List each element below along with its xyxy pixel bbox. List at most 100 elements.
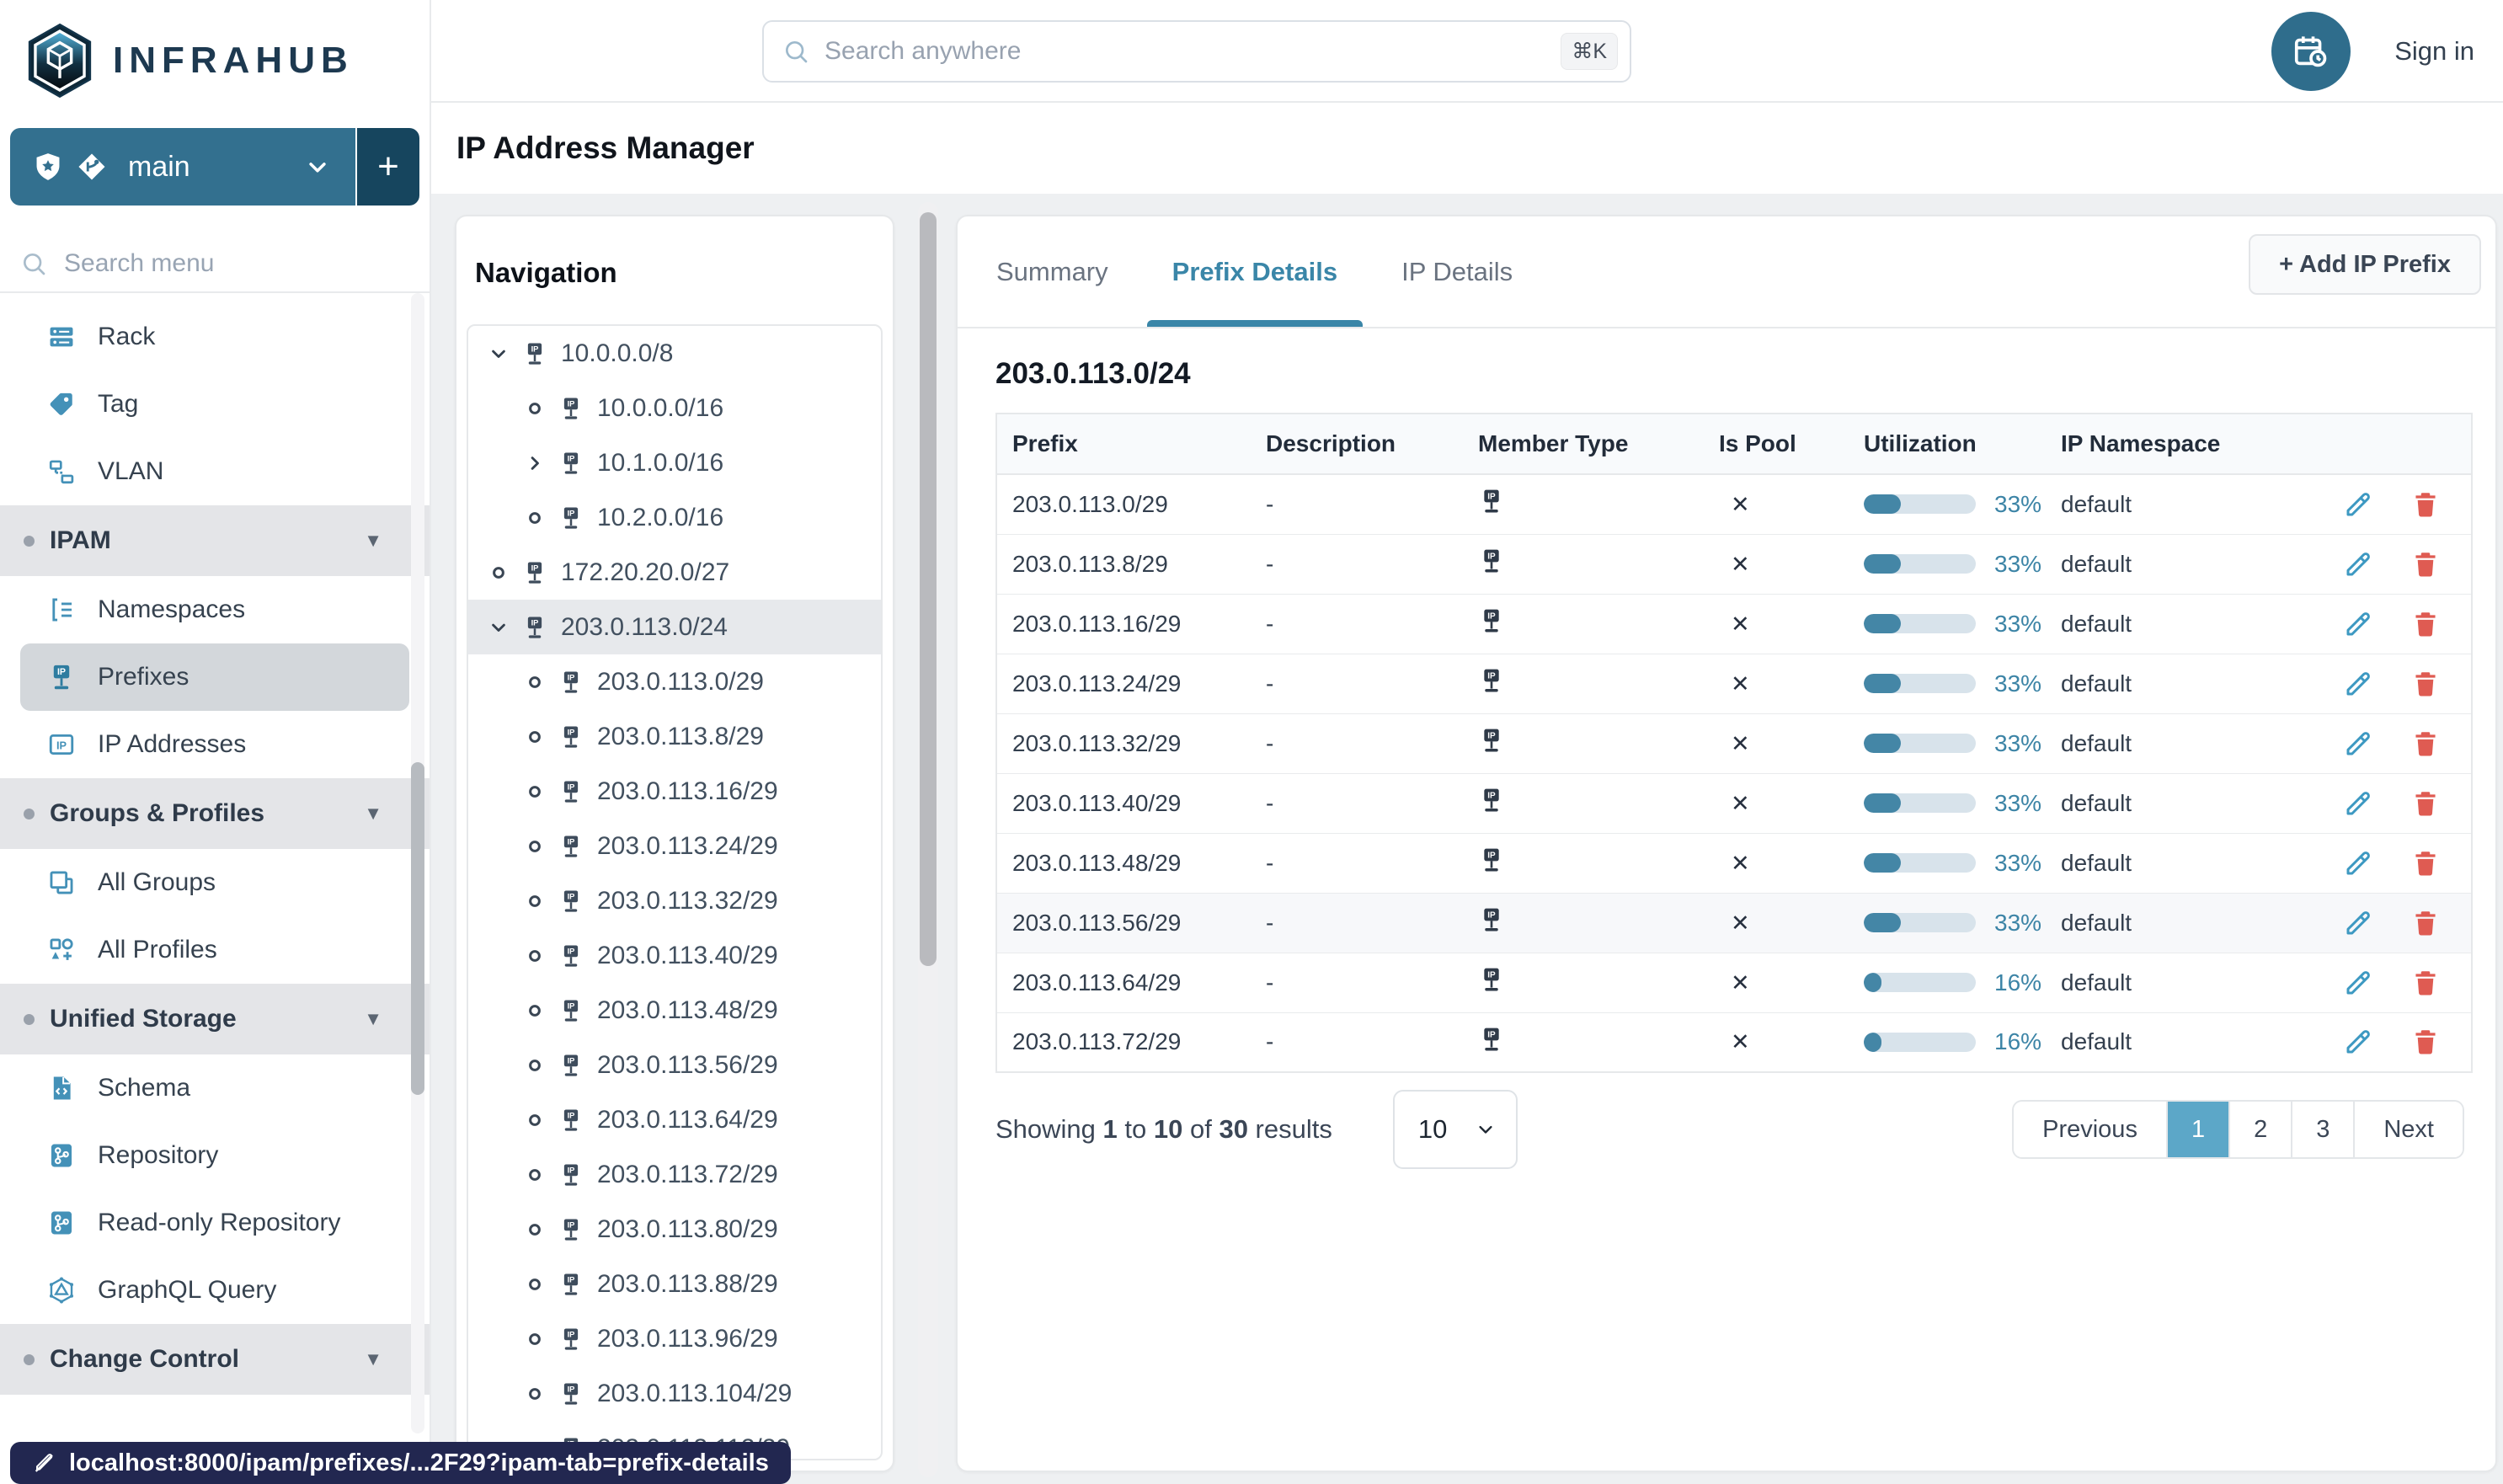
sidebar-item-read-only-repository[interactable]: Read-only Repository [0, 1189, 430, 1257]
tree-item-203-0-113-16-29[interactable]: IP 203.0.113.16/29 [468, 764, 881, 819]
tree-item-172-20-20-0-27[interactable]: IP 172.20.20.0/27 [468, 545, 881, 600]
delete-button[interactable] [2410, 489, 2441, 520]
ip-prefix-icon: IP [522, 615, 547, 640]
tab-prefix-details[interactable]: Prefix Details [1140, 216, 1369, 327]
tree-item-10-0-0-0-8[interactable]: IP 10.0.0.0/8 [468, 326, 881, 381]
ip-prefix-icon: IP [1478, 906, 1505, 933]
edit-button[interactable] [2343, 549, 2373, 579]
table-row[interactable]: 203.0.113.32/29- IP ✕ 33% default [996, 713, 2472, 773]
circle-bullet-icon [523, 1218, 547, 1241]
sidebar-section-ipam[interactable]: IPAM ▼ [0, 505, 430, 576]
edit-button[interactable] [2343, 908, 2373, 938]
panel-scrollbar-thumb[interactable] [920, 212, 937, 966]
delete-button[interactable] [2410, 549, 2441, 579]
sidebar-item-vlan[interactable]: VLAN [0, 438, 430, 505]
delete-button[interactable] [2410, 788, 2441, 819]
table-row[interactable]: 203.0.113.40/29- IP ✕ 33% default [996, 772, 2472, 833]
table-row[interactable]: 203.0.113.8/29- IP ✕ 33% default [996, 533, 2472, 594]
delete-button[interactable] [2410, 1027, 2441, 1057]
sidebar-section-unified-storage[interactable]: Unified Storage ▼ [0, 984, 430, 1054]
table-row[interactable]: 203.0.113.64/29- IP ✕ 16% default [996, 952, 2472, 1012]
results-text: Showing 1 to 10 of 30 results [995, 1114, 1332, 1144]
sidebar-item-schema[interactable]: Schema [0, 1054, 430, 1122]
edit-button[interactable] [2343, 489, 2373, 520]
edit-button[interactable] [2343, 848, 2373, 878]
global-search-input[interactable] [825, 37, 1561, 66]
tree-item-203-0-113-0-29[interactable]: IP 203.0.113.0/29 [468, 654, 881, 709]
sign-in-link[interactable]: Sign in [2394, 36, 2474, 67]
page-button-1[interactable]: 1 [2167, 1102, 2231, 1157]
table-row[interactable]: 203.0.113.24/29- IP ✕ 33% default [996, 653, 2472, 713]
edit-button[interactable] [2343, 729, 2373, 759]
sidebar-scrollbar-thumb[interactable] [411, 762, 424, 1095]
sidebar-item-all-profiles[interactable]: All Profiles [0, 916, 430, 984]
branch-select-button[interactable]: main [10, 128, 355, 206]
tree-item-203-0-113-8-29[interactable]: IP 203.0.113.8/29 [468, 709, 881, 764]
cell-member-type: IP [1463, 593, 1704, 654]
sidebar-item-all-groups[interactable]: All Groups [0, 849, 430, 916]
sidebar-item-namespaces[interactable]: Namespaces [0, 576, 430, 643]
table-row[interactable]: 203.0.113.48/29- IP ✕ 33% default [996, 832, 2472, 893]
previous-page-button[interactable]: Previous [2014, 1102, 2168, 1157]
sidebar-search[interactable] [0, 236, 430, 293]
page-button-2[interactable]: 2 [2230, 1102, 2293, 1157]
delete-button[interactable] [2410, 669, 2441, 699]
tree-item-203-0-113-104-29[interactable]: IP 203.0.113.104/29 [468, 1366, 881, 1421]
tree-item-203-0-113-40-29[interactable]: IP 203.0.113.40/29 [468, 928, 881, 983]
sidebar-item-label: Prefixes [98, 663, 189, 691]
global-search[interactable]: ⌘K [762, 20, 1631, 83]
edit-button[interactable] [2343, 1027, 2373, 1057]
ip-prefix-icon: IP [558, 834, 584, 859]
ip-prefix-icon: IP [558, 998, 584, 1023]
tab-ip-details[interactable]: IP Details [1369, 216, 1545, 327]
tree-item-10-2-0-0-16[interactable]: IP 10.2.0.0/16 [468, 490, 881, 545]
brand-logo[interactable]: INFRAHUB [0, 0, 430, 108]
edit-button[interactable] [2343, 968, 2373, 998]
sidebar-item-ip-addresses[interactable]: IP IP Addresses [0, 711, 430, 778]
edit-button[interactable] [2343, 669, 2373, 699]
delete-button[interactable] [2410, 729, 2441, 759]
sidebar-scrollbar[interactable] [411, 293, 424, 1433]
next-page-button[interactable]: Next [2355, 1102, 2463, 1157]
page-size-select[interactable]: 10 [1392, 1090, 1518, 1169]
tree-item-203-0-113-64-29[interactable]: IP 203.0.113.64/29 [468, 1092, 881, 1147]
sidebar-item-repository[interactable]: Repository [0, 1122, 430, 1189]
tree-item-203-0-113-96-29[interactable]: IP 203.0.113.96/29 [468, 1311, 881, 1366]
sidebar-item-graphql-query[interactable]: GraphQL Query [0, 1257, 430, 1324]
add-ip-prefix-button[interactable]: + Add IP Prefix [2249, 234, 2481, 295]
edit-button[interactable] [2343, 788, 2373, 819]
tree-item-203-0-113-56-29[interactable]: IP 203.0.113.56/29 [468, 1038, 881, 1092]
tree-item-203-0-113-72-29[interactable]: IP 203.0.113.72/29 [468, 1147, 881, 1202]
time-travel-button[interactable] [2271, 12, 2351, 91]
delete-button[interactable] [2410, 848, 2441, 878]
panel-scrollbar[interactable] [918, 202, 938, 1477]
sidebar-section-groups-profiles[interactable]: Groups & Profiles ▼ [0, 778, 430, 849]
tree-item-203-0-113-88-29[interactable]: IP 203.0.113.88/29 [468, 1257, 881, 1311]
sidebar-section-change-control[interactable]: Change Control ▼ [0, 1324, 430, 1395]
tree-item-203-0-113-24-29[interactable]: IP 203.0.113.24/29 [468, 819, 881, 873]
delete-button[interactable] [2410, 609, 2441, 639]
page-button-3[interactable]: 3 [2292, 1102, 2356, 1157]
tree-item-203-0-113-0-24[interactable]: IP 203.0.113.0/24 [468, 600, 881, 654]
sidebar-item-prefixes[interactable]: IP Prefixes [20, 643, 409, 711]
table-row[interactable]: 203.0.113.0/29- IP ✕ 33% default [996, 473, 2472, 534]
sidebar-item-tag[interactable]: Tag [0, 371, 430, 438]
delete-button[interactable] [2410, 908, 2441, 938]
tab-summary[interactable]: Summary [964, 216, 1140, 327]
x-mark-icon: ✕ [1731, 730, 1750, 756]
table-row[interactable]: 203.0.113.16/29- IP ✕ 33% default [996, 593, 2472, 654]
sidebar-item-rack[interactable]: Rack [0, 303, 430, 371]
tree-item-10-1-0-0-16[interactable]: IP 10.1.0.0/16 [468, 435, 881, 490]
delete-button[interactable] [2410, 968, 2441, 998]
tree-item-203-0-113-32-29[interactable]: IP 203.0.113.32/29 [468, 873, 881, 928]
table-row[interactable]: 203.0.113.56/29- IP ✕ 33% default [996, 892, 2472, 953]
add-branch-button[interactable]: + [357, 128, 419, 206]
cell-namespace: default [2046, 892, 2282, 953]
sidebar-search-input[interactable] [64, 249, 334, 278]
tree-item-203-0-113-48-29[interactable]: IP 203.0.113.48/29 [468, 983, 881, 1038]
tree-item-10-0-0-0-16[interactable]: IP 10.0.0.0/16 [468, 381, 881, 435]
table-row[interactable]: 203.0.113.72/29- IP ✕ 16% default [996, 1012, 2472, 1072]
tree-item-203-0-113-80-29[interactable]: IP 203.0.113.80/29 [468, 1202, 881, 1257]
ip-prefix-icon: IP [558, 1381, 584, 1407]
edit-button[interactable] [2343, 609, 2373, 639]
